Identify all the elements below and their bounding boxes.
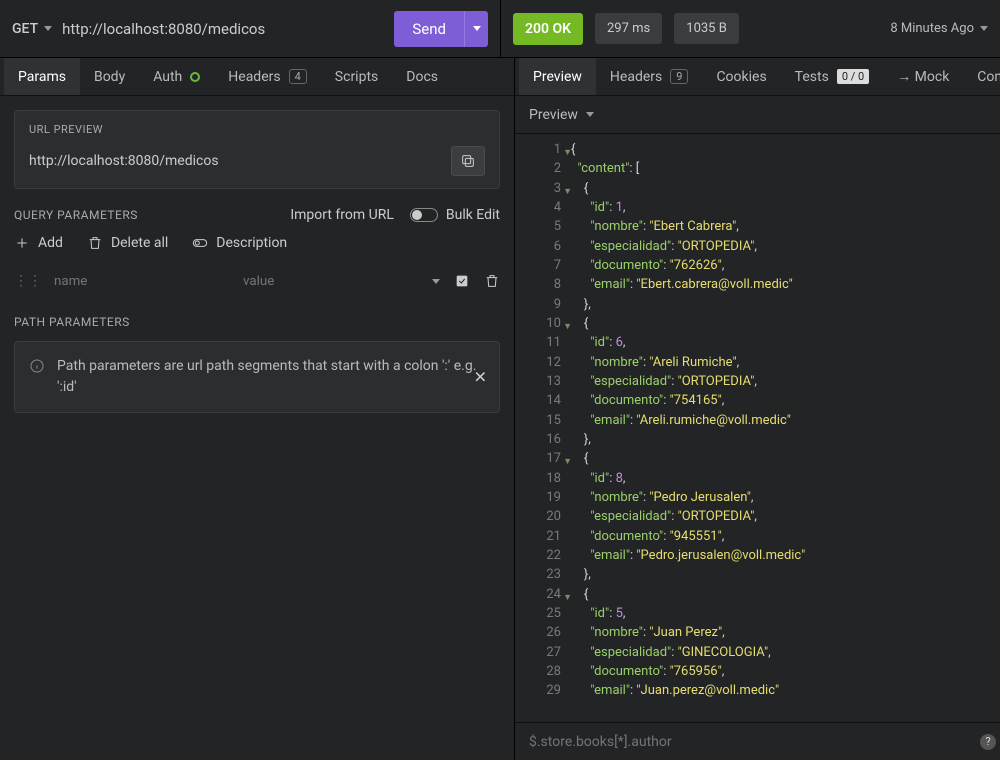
tab-docs[interactable]: Docs: [392, 58, 452, 95]
info-icon: [29, 358, 45, 374]
chevron-down-icon: [473, 26, 481, 31]
close-icon[interactable]: ✕: [474, 368, 487, 387]
http-method-selector[interactable]: GET: [12, 21, 52, 37]
chevron-down-icon: [586, 112, 594, 117]
path-params-info-text: Path parameters are url path segments th…: [57, 356, 485, 398]
url-preview-card: URL PREVIEW http://localhost:8080/medico…: [14, 110, 500, 189]
resp-headers-count: 9: [670, 69, 688, 84]
preview-label: Preview: [529, 107, 578, 123]
tab-preview[interactable]: Preview: [519, 58, 596, 95]
drag-handle-icon[interactable]: ⋮⋮: [14, 273, 42, 289]
send-dropdown-button[interactable]: [464, 11, 488, 47]
chevron-down-icon: [44, 26, 52, 31]
toggle-off-icon: [192, 235, 208, 251]
bulk-edit-label: Bulk Edit: [446, 207, 500, 223]
response-tabs: Preview Headers 9 Cookies Tests 0 / 0 → …: [515, 58, 1000, 96]
headers-count-badge: 4: [289, 69, 307, 84]
request-tabs: Params Body Auth Headers 4 Scripts Docs: [0, 58, 514, 96]
auth-active-indicator: [190, 72, 200, 82]
chevron-down-icon: [980, 26, 988, 31]
url-input[interactable]: [62, 20, 384, 38]
history-label: 8 Minutes Ago: [890, 21, 974, 36]
param-name-input[interactable]: [54, 274, 231, 289]
tab-tests[interactable]: Tests 0 / 0: [781, 58, 884, 95]
trash-icon[interactable]: [484, 273, 500, 289]
add-label: Add: [38, 235, 63, 251]
delete-all-button[interactable]: Delete all: [87, 235, 168, 251]
path-params-title: PATH PARAMETERS: [14, 315, 130, 329]
tab-mock[interactable]: → Mock: [883, 58, 963, 95]
chevron-down-icon[interactable]: [432, 279, 440, 284]
import-from-url-link[interactable]: Import from URL: [290, 207, 394, 223]
url-preview-text: http://localhost:8080/medicos: [29, 153, 441, 169]
tab-auth[interactable]: Auth: [139, 58, 214, 95]
help-icon[interactable]: ?: [980, 734, 996, 750]
toggle-icon: [410, 208, 438, 222]
preview-mode-selector[interactable]: Preview: [515, 96, 1000, 134]
plus-icon: [14, 235, 30, 251]
query-params-title: QUERY PARAMETERS: [14, 208, 138, 222]
tab-headers[interactable]: Headers 4: [214, 58, 321, 95]
url-preview-title: URL PREVIEW: [29, 123, 485, 136]
history-dropdown[interactable]: 8 Minutes Ago: [890, 21, 988, 36]
param-value-input[interactable]: [243, 274, 420, 289]
checkbox-checked-icon[interactable]: [454, 273, 470, 289]
copy-url-button[interactable]: [451, 146, 485, 176]
http-method-label: GET: [12, 21, 38, 37]
add-param-button[interactable]: Add: [14, 235, 63, 251]
tab-params[interactable]: Params: [4, 58, 80, 95]
tab-body[interactable]: Body: [80, 58, 139, 95]
response-body-viewer[interactable]: 1▼{2 "content": [3▼ {4 "id": 1,5 "nombre…: [515, 134, 1000, 722]
copy-icon: [460, 153, 476, 169]
response-time: 297 ms: [595, 13, 662, 44]
send-button[interactable]: Send: [394, 11, 464, 47]
trash-icon: [87, 235, 103, 251]
tab-cookies[interactable]: Cookies: [702, 58, 780, 95]
jsonpath-input[interactable]: [529, 734, 980, 750]
tab-scripts[interactable]: Scripts: [321, 58, 392, 95]
tab-headers-label: Headers: [228, 69, 280, 85]
bulk-edit-toggle[interactable]: Bulk Edit: [410, 207, 500, 223]
tab-resp-headers-label: Headers: [610, 69, 662, 85]
description-label: Description: [216, 235, 287, 251]
tab-tests-label: Tests: [795, 69, 829, 85]
status-badge: 200 OK: [513, 13, 583, 45]
delete-all-label: Delete all: [111, 235, 168, 251]
tests-count-badge: 0 / 0: [837, 69, 869, 84]
response-size: 1035 B: [674, 13, 739, 44]
toggle-description-button[interactable]: Description: [192, 235, 287, 251]
query-param-row: ⋮⋮: [14, 265, 500, 297]
path-params-info: Path parameters are url path segments th…: [14, 341, 500, 413]
tab-auth-label: Auth: [153, 69, 182, 85]
tab-con[interactable]: Con: [963, 58, 1000, 95]
tab-resp-headers[interactable]: Headers 9: [596, 58, 703, 95]
